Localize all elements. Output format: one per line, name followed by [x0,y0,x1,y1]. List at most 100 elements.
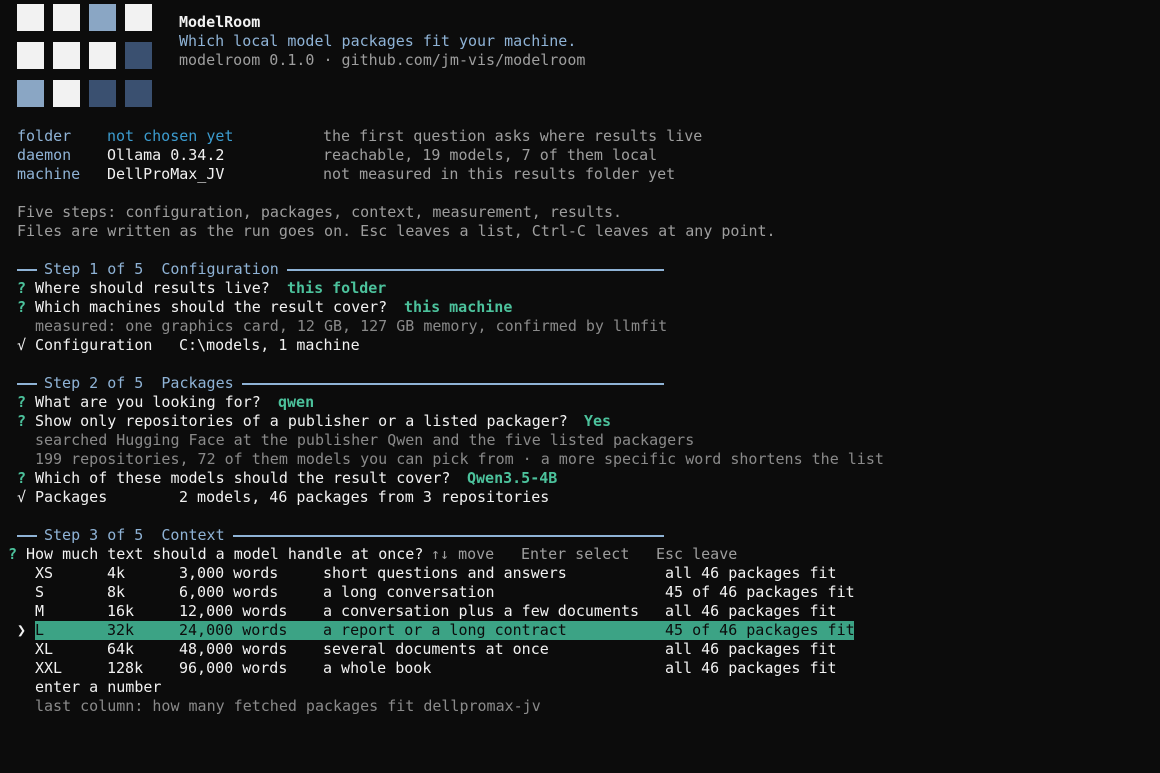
status-note: the first question asks where results li… [323,127,703,145]
status-note: reachable, 19 models, 7 of them local [323,146,658,164]
intro-text: Five steps: configuration, packages, con… [17,203,623,221]
step-done-line: √ Configuration C:\models, 1 machine [0,336,1160,355]
option-size: M [35,602,45,620]
question-text: Show only repositories of a publisher or… [35,412,568,430]
rule-line [287,269,664,271]
enter-number-option[interactable]: enter a number [0,678,1160,697]
logo-cell [89,80,116,107]
check-icon: √ [17,488,27,506]
option-desc: several documents at once [323,640,549,658]
done-label: Configuration [35,336,153,354]
question-line: ? Which of these models should the resul… [0,469,1160,488]
logo-cell [125,80,152,107]
info-line: searched Hugging Face at the publisher Q… [0,431,1160,450]
question-line: ? Show only repositories of a publisher … [0,412,1160,431]
context-option[interactable]: XS 4k 3,000 words short questions and an… [0,564,1160,583]
option-size: S [35,583,45,601]
status-row: daemon Ollama 0.34.2 reachable, 19 model… [0,146,1160,165]
option-size: XL [35,640,54,658]
option-desc: a report or a long contract [323,621,567,639]
intro-line: Five steps: configuration, packages, con… [0,203,1160,222]
context-option[interactable]: M 16k 12,000 words a conversation plus a… [0,602,1160,621]
answer-text: Yes [584,412,612,430]
option-words: 48,000 words [179,640,288,658]
option-words: 3,000 words [179,564,279,582]
context-option[interactable]: XXL 128k 96,000 words a whole book all 4… [0,659,1160,678]
cursor-icon: ❯ [17,621,27,639]
option-size: XXL [35,659,63,677]
status-value: Ollama 0.34.2 [107,146,225,164]
status-key: daemon [17,146,72,164]
option-fit: all 46 packages fit [665,659,837,677]
option-fit: all 46 packages fit [665,564,837,582]
step-title: Step 2 of 5 Packages [44,374,234,392]
footnote-line: last column: how many fetched packages f… [0,697,1160,716]
question-mark: ? [8,545,18,563]
app-tagline: Which local model packages fit your mach… [179,32,577,50]
option-tokens: 32k [107,621,135,639]
question-mark: ? [17,412,27,430]
info-text: measured: one graphics card, 12 GB, 127 … [35,317,668,335]
context-option[interactable]: XL 64k 48,000 words several documents at… [0,640,1160,659]
hint-move: ↑↓ move [431,545,495,563]
rule-line [233,535,664,537]
info-line: measured: one graphics card, 12 GB, 127 … [0,317,1160,336]
context-option-selected[interactable]: ❯ L 32k 24,000 words a report or a long … [0,621,1160,640]
hint-leave: Esc leave [656,545,738,563]
option-desc: short questions and answers [323,564,567,582]
logo-cell [17,80,44,107]
question-line: ? How much text should a model handle at… [0,545,1160,564]
step-title: Step 1 of 5 Configuration [44,260,279,278]
option-fit: all 46 packages fit [665,640,837,658]
status-row: folder not chosen yet the first question… [0,127,1160,146]
answer-text: this folder [287,279,387,297]
context-option[interactable]: S 8k 6,000 words a long conversation 45 … [0,583,1160,602]
step-done-line: √ Packages 2 models, 46 packages from 3 … [0,488,1160,507]
option-tokens: 8k [107,583,126,601]
question-mark: ? [17,393,27,411]
option-words: 6,000 words [179,583,279,601]
step-1-header: Step 1 of 5 Configuration [0,260,1160,279]
step-3-header: Step 3 of 5 Context [0,526,1160,545]
question-line: ? Which machines should the result cover… [0,298,1160,317]
info-line: 199 repositories, 72 of them models you … [0,450,1160,469]
header-title-line: ModelRoom [0,13,1160,32]
option-tokens: 64k [107,640,135,658]
status-row: machine DellProMax_JV not measured in th… [0,165,1160,184]
check-icon: √ [17,336,27,354]
answer-text: Qwen3.5-4B [467,469,558,487]
app-version: modelroom 0.1.0 · github.com/jm-vis/mode… [179,51,586,69]
answer-text: this machine [404,298,513,316]
question-line: ? Where should results live? this folder [0,279,1160,298]
enter-number-label: enter a number [35,678,162,696]
info-text: searched Hugging Face at the publisher Q… [35,431,695,449]
rule-line [242,383,664,385]
step-2-header: Step 2 of 5 Packages [0,374,1160,393]
status-key: folder [17,127,72,145]
status-key: machine [17,165,81,183]
question-text: How much text should a model handle at o… [26,545,424,563]
intro-text: Files are written as the run goes on. Es… [17,222,776,240]
option-fit: all 46 packages fit [665,602,837,620]
option-desc: a conversation plus a few documents [323,602,640,620]
option-desc: a whole book [323,659,432,677]
option-words: 24,000 words [179,621,288,639]
question-text: Which machines should the result cover? [35,298,388,316]
question-text: Where should results live? [35,279,270,297]
header-tagline-line: Which local model packages fit your mach… [0,32,1160,51]
option-tokens: 128k [107,659,144,677]
option-words: 12,000 words [179,602,288,620]
step-title: Step 3 of 5 Context [44,526,225,544]
option-tokens: 4k [107,564,126,582]
logo-cell [53,80,80,107]
status-value: not chosen yet [107,127,234,145]
question-mark: ? [17,298,27,316]
done-value: 2 models, 46 packages from 3 repositorie… [179,488,550,506]
option-fit: 45 of 46 packages fit [665,621,855,639]
option-tokens: 16k [107,602,135,620]
option-size: XS [35,564,54,582]
option-fit: 45 of 46 packages fit [665,583,855,601]
info-text: 199 repositories, 72 of them models you … [35,450,884,468]
hint-select: Enter select [521,545,630,563]
footnote-text: last column: how many fetched packages f… [35,697,541,715]
